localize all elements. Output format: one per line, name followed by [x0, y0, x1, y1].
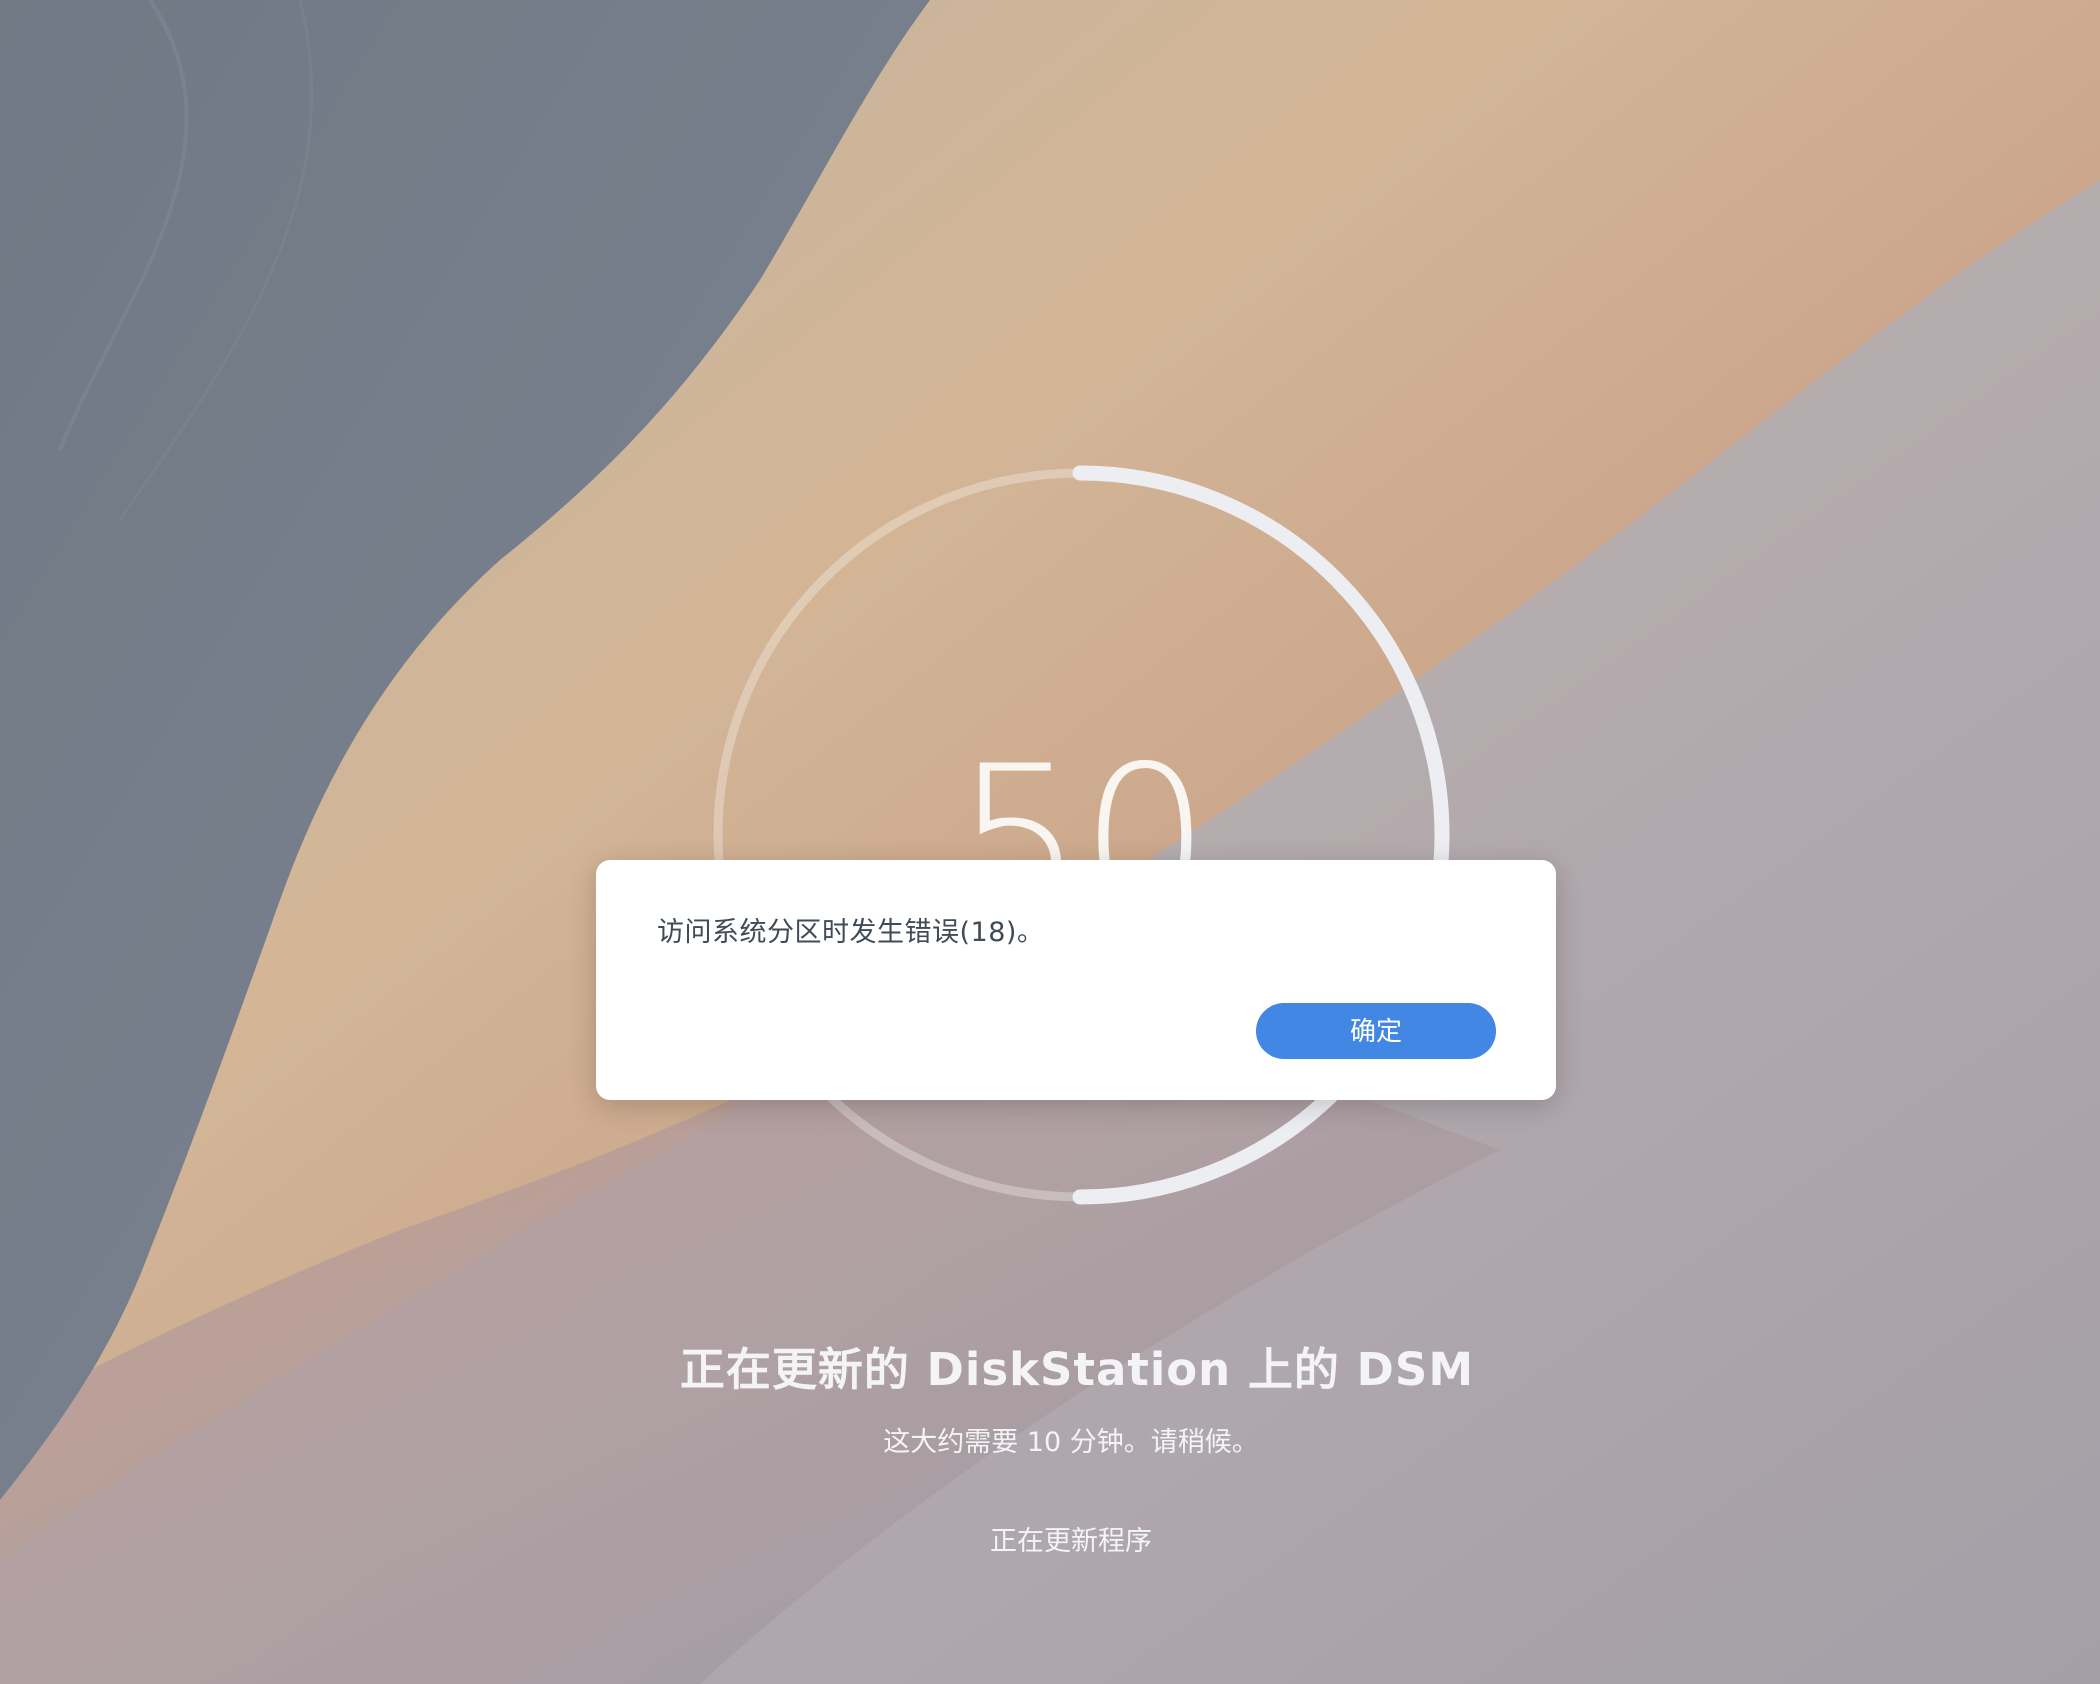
- update-title: 正在更新的 DiskStation 上的 DSM: [679, 1343, 1475, 1396]
- update-status: 正在更新程序: [990, 1526, 1152, 1557]
- ok-button[interactable]: 确定: [1256, 1003, 1496, 1059]
- error-message: 访问系统分区时发生错误(18)。: [657, 917, 1045, 948]
- update-screen: 50 正在更新的 DiskStation 上的 DSM 这大约需要 10 分钟。…: [0, 0, 2100, 1684]
- update-subtitle: 这大约需要 10 分钟。请稍候。: [883, 1427, 1259, 1458]
- error-dialog: 访问系统分区时发生错误(18)。 确定: [596, 860, 1556, 1100]
